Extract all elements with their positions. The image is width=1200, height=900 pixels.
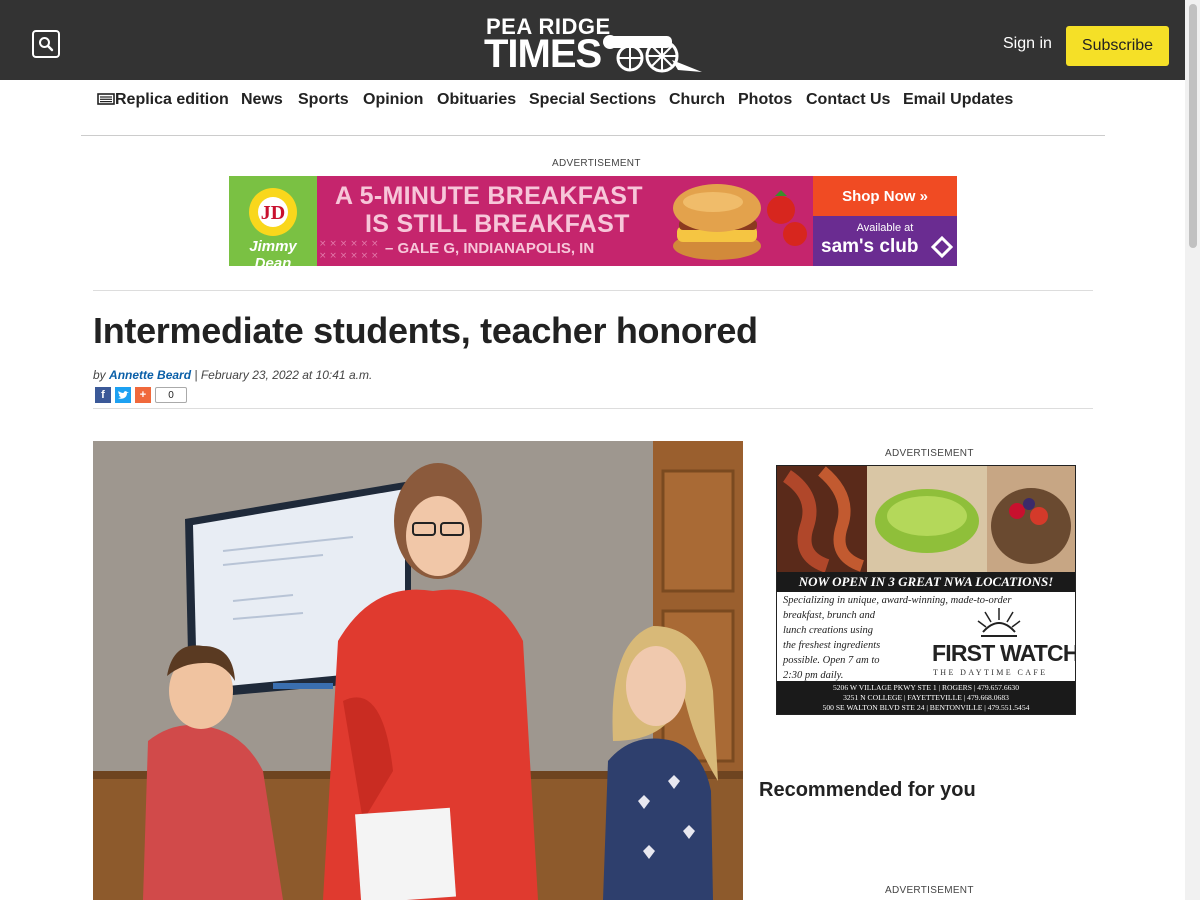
ad-location: 5206 W VILLAGE PKWY STE 1 | ROGERS | 479… [832, 683, 1020, 692]
retailer-name: sam's club [821, 236, 919, 257]
nav-contact-us[interactable]: Contact Us [806, 91, 890, 109]
share-count: 0 [155, 387, 187, 403]
nav-photos[interactable]: Photos [738, 91, 792, 109]
article-photo[interactable] [93, 441, 743, 900]
x-pattern-icon: × × × × × × × × × × × × [319, 239, 379, 261]
nav-church[interactable]: Church [669, 91, 725, 109]
recommended-heading: Recommended for you [759, 779, 976, 801]
more-share-button[interactable]: + [135, 387, 151, 403]
breakfast-sandwich-image [673, 184, 807, 260]
first-watch-ad[interactable]: NOW OPEN IN 3 GREAT NWA LOCATIONS! Speci… [776, 465, 1076, 715]
banner-brand: Jimmy Dean [249, 238, 297, 266]
logo-line-2: TIMES [484, 32, 602, 76]
advertisement-label: ADVERTISEMENT [552, 158, 641, 169]
nav-email-updates[interactable]: Email Updates [903, 91, 1013, 109]
ad-headline: NOW OPEN IN 3 GREAT NWA LOCATIONS! [777, 572, 1075, 592]
byline-prefix: by [93, 368, 106, 382]
students-teacher-photo [93, 441, 743, 900]
site-logo[interactable]: PEA RIDGE TIMES [484, 14, 709, 74]
nav-sports[interactable]: Sports [298, 91, 349, 109]
main-nav: Replica edition News Sports Opinion Obit… [81, 80, 1105, 136]
sign-in-link[interactable]: Sign in [1003, 35, 1052, 53]
banner-attribution: – GALE G, INDIANAPOLIS, IN [385, 240, 595, 257]
subscribe-button[interactable]: Subscribe [1066, 26, 1169, 66]
ad-location: 3251 N COLLEGE | FAYETTEVILLE | 479.668.… [843, 693, 1009, 702]
divider [93, 290, 1093, 291]
nav-special-sections[interactable]: Special Sections [529, 91, 656, 109]
facebook-icon: f [101, 389, 105, 401]
twitter-share-button[interactable] [115, 387, 131, 403]
article-headline: Intermediate students, teacher honored [93, 310, 758, 351]
article-date: | February 23, 2022 at 10:41 a.m. [194, 368, 373, 382]
plus-icon: + [139, 389, 147, 401]
svg-text:× × × × × ×: × × × × × × [319, 239, 379, 249]
ad-brand: FIRST WATCH [932, 640, 1076, 666]
nav-obituaries[interactable]: Obituaries [437, 91, 516, 109]
sams-club-panel: Available at sam's club [813, 216, 957, 266]
banner-line-1: A 5-MINUTE BREAKFAST [335, 182, 643, 210]
cannon-icon [603, 35, 702, 73]
banner-ad[interactable]: JD Jimmy Dean × × × × × × × × × × × × A … [229, 176, 957, 266]
available-at-label: Available at [856, 222, 914, 234]
ad-locations: 5206 W VILLAGE PKWY STE 1 | ROGERS | 479… [777, 681, 1075, 714]
svg-text:JD: JD [261, 202, 285, 224]
divider [93, 408, 1093, 409]
advertisement-label: ADVERTISEMENT [885, 885, 974, 896]
scrollbar-thumb[interactable] [1189, 4, 1197, 248]
banner-message: × × × × × × × × × × × × A 5-MINUTE BREAK… [317, 176, 813, 266]
twitter-icon [117, 390, 129, 399]
nav-item-label: Replica edition [115, 91, 229, 108]
ad-location: 500 SE WALTON BLVD STE 24 | BENTONVILLE … [822, 703, 1030, 712]
facebook-share-button[interactable]: f [95, 387, 111, 403]
search-icon [39, 37, 54, 52]
article-byline: by Annette Beard | February 23, 2022 at … [93, 368, 372, 382]
nav-news[interactable]: News [241, 91, 283, 109]
sun-icon [977, 608, 1021, 637]
nav-opinion[interactable]: Opinion [363, 91, 423, 109]
shop-now-button[interactable]: Shop Now » [813, 176, 957, 216]
advertisement-label: ADVERTISEMENT [885, 448, 974, 459]
banner-line-2: IS STILL BREAKFAST [365, 210, 630, 238]
author-link[interactable]: Annette Beard [109, 368, 191, 382]
ad-tagline: THE DAYTIME CAFE [933, 668, 1048, 677]
sams-club-diamond-icon [931, 236, 953, 258]
nav-replica-edition[interactable]: Replica edition [97, 91, 229, 109]
svg-text:× × × × × ×: × × × × × × [319, 251, 379, 261]
site-header: PEA RIDGE TIMES Sign in Subscribe [0, 0, 1185, 80]
newspaper-icon [97, 93, 115, 105]
jimmy-dean-logo: JD Jimmy Dean [229, 176, 317, 266]
food-photos [777, 466, 1075, 572]
search-button[interactable] [32, 30, 60, 58]
